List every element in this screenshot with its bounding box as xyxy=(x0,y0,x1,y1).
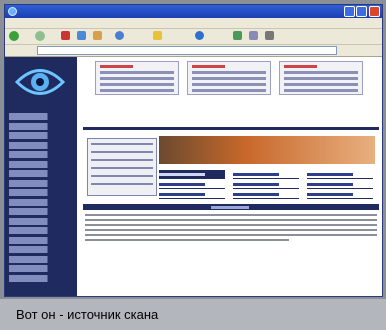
address-input[interactable] xyxy=(37,46,337,55)
sidebar-item[interactable] xyxy=(9,255,73,263)
section-divider xyxy=(83,204,379,210)
sidebar-item[interactable] xyxy=(9,160,73,168)
history-icon xyxy=(233,31,242,40)
home-icon xyxy=(93,31,102,40)
ie-icon xyxy=(8,7,17,16)
stop-button[interactable] xyxy=(61,31,70,41)
back-button[interactable] xyxy=(9,31,21,41)
sidebar-item[interactable] xyxy=(9,217,73,225)
history-button[interactable] xyxy=(233,31,242,41)
site-nav-grid xyxy=(159,170,375,199)
news-box[interactable] xyxy=(187,61,271,95)
sidebar-item[interactable] xyxy=(9,198,73,206)
site-sidebar xyxy=(5,57,77,296)
nav-link[interactable] xyxy=(307,170,373,179)
minimize-button[interactable] xyxy=(344,6,355,17)
nav-link[interactable] xyxy=(159,190,225,199)
forward-icon xyxy=(35,31,45,41)
eye-logo-icon xyxy=(15,69,65,95)
main-panel xyxy=(83,127,379,280)
search-button[interactable] xyxy=(115,31,126,41)
sidebar-item[interactable] xyxy=(9,113,73,120)
media-icon xyxy=(195,31,204,40)
menu-bar xyxy=(5,18,382,29)
intro-text xyxy=(85,214,377,244)
print-icon xyxy=(265,31,274,40)
print-button[interactable] xyxy=(265,31,274,41)
sidebar-item[interactable] xyxy=(9,170,73,177)
sidebar-item[interactable] xyxy=(9,274,73,282)
back-icon xyxy=(9,31,19,41)
maximize-button[interactable] xyxy=(356,6,367,17)
sidebar-item[interactable] xyxy=(9,227,73,234)
sidebar-item[interactable] xyxy=(9,122,73,130)
sidebar-nav xyxy=(9,113,73,284)
nav-link[interactable] xyxy=(233,190,299,199)
news-boxes xyxy=(95,61,377,97)
browser-window xyxy=(4,4,383,297)
nav-link[interactable] xyxy=(159,170,225,179)
nav-link[interactable] xyxy=(307,180,373,189)
sidebar-item[interactable] xyxy=(9,189,73,196)
close-button[interactable] xyxy=(369,6,380,17)
stop-icon xyxy=(61,31,70,40)
toolbar xyxy=(5,29,382,45)
page-content xyxy=(5,57,382,296)
sidebar-item[interactable] xyxy=(9,151,73,158)
sidebar-item[interactable] xyxy=(9,265,73,272)
screenshot-thumbnail[interactable] xyxy=(87,138,157,196)
mail-button[interactable] xyxy=(249,31,258,41)
nav-link[interactable] xyxy=(233,170,299,179)
sidebar-item[interactable] xyxy=(9,132,73,139)
title-bar xyxy=(5,5,382,18)
sidebar-item[interactable] xyxy=(9,246,73,253)
sidebar-item[interactable] xyxy=(9,208,73,215)
nav-link[interactable] xyxy=(307,190,373,199)
favorites-button[interactable] xyxy=(153,31,162,41)
favorites-icon xyxy=(153,31,162,40)
address-bar xyxy=(5,45,382,57)
media-button[interactable] xyxy=(195,31,206,41)
sidebar-item[interactable] xyxy=(9,179,73,187)
forward-button[interactable] xyxy=(35,31,47,41)
mail-icon xyxy=(249,31,258,40)
nav-link[interactable] xyxy=(233,180,299,189)
news-box[interactable] xyxy=(279,61,363,95)
sidebar-item[interactable] xyxy=(9,236,73,244)
search-icon xyxy=(115,31,124,40)
refresh-icon xyxy=(77,31,86,40)
sidebar-item[interactable] xyxy=(9,141,73,149)
nav-link[interactable] xyxy=(159,180,225,189)
nmap-banner xyxy=(159,136,375,164)
refresh-button[interactable] xyxy=(77,31,86,41)
home-button[interactable] xyxy=(93,31,102,41)
news-box[interactable] xyxy=(95,61,179,95)
photo-caption: Вот он - источник скана xyxy=(16,307,159,322)
